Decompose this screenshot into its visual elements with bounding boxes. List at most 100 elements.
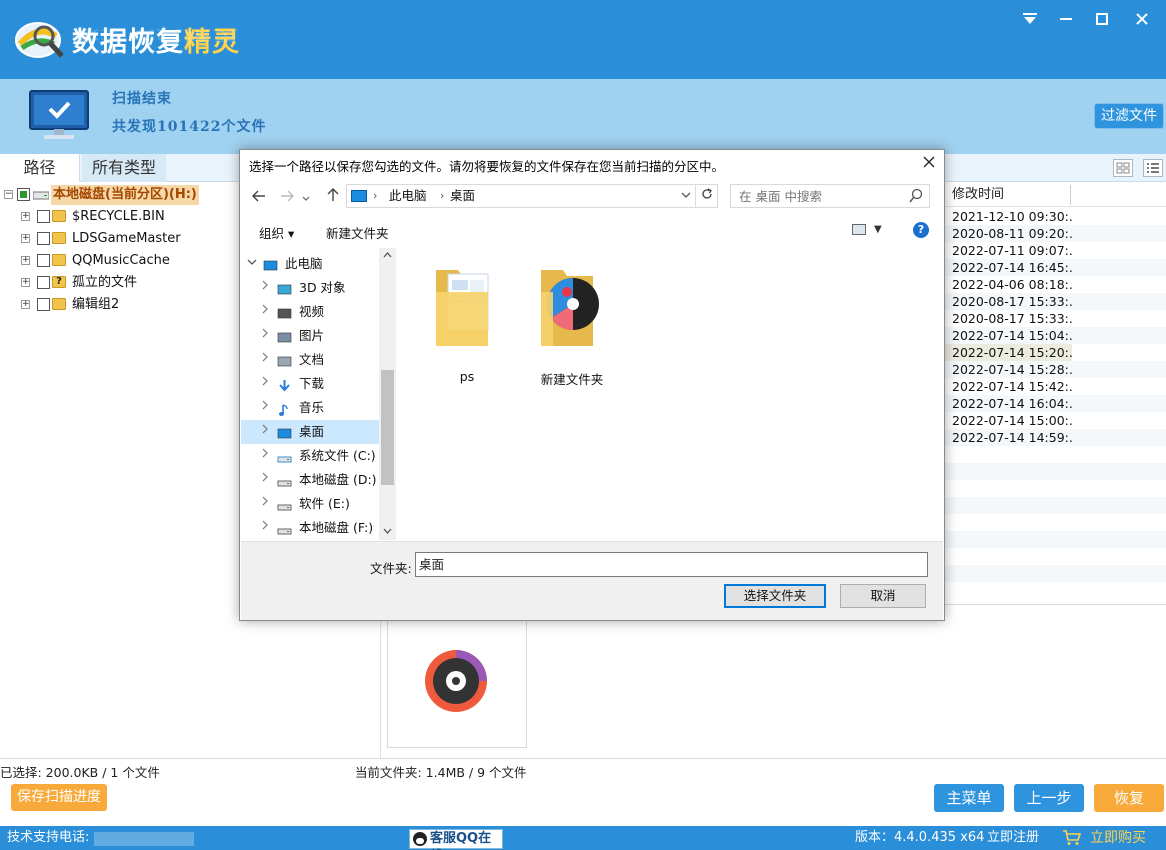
chevron-right-icon[interactable] <box>261 396 269 420</box>
nav-item[interactable]: 软件 (E:) <box>241 492 379 516</box>
table-row[interactable]: 2022-07-14 15:04:... <box>944 327 1072 344</box>
chevron-right-icon[interactable] <box>261 420 269 444</box>
folder-item-ps[interactable]: ps <box>422 262 512 384</box>
menu-icon[interactable] <box>1019 10 1041 30</box>
folder-name-input[interactable]: 桌面 <box>415 552 928 577</box>
tree-checkbox[interactable] <box>37 210 50 223</box>
tab-all-types[interactable]: 所有类型 <box>82 154 166 182</box>
qq-support-button[interactable]: 客服QQ在线 <box>409 829 503 850</box>
nav-item[interactable]: 图片 <box>241 324 379 348</box>
search-box[interactable] <box>730 184 930 208</box>
scrollbar-thumb[interactable] <box>381 370 394 485</box>
tree-checkbox[interactable] <box>37 232 50 245</box>
nav-item[interactable]: 3D 对象 <box>241 276 379 300</box>
nav-item[interactable]: 下载 <box>241 372 379 396</box>
table-row[interactable]: 2022-07-14 15:28:... <box>944 361 1072 378</box>
collapse-icon[interactable]: − <box>4 190 13 199</box>
chevron-right-icon[interactable] <box>261 348 269 372</box>
nav-item[interactable]: 本地磁盘 (F:) <box>241 516 379 540</box>
breadcrumb-this-pc[interactable]: 此电脑 <box>389 185 427 207</box>
recover-button[interactable]: 恢复 <box>1094 784 1164 812</box>
table-row[interactable]: 2021-12-10 09:30:... <box>944 208 1072 225</box>
chevron-right-icon[interactable] <box>261 372 269 396</box>
help-icon[interactable]: ? <box>913 222 929 238</box>
nav-item[interactable]: 视频 <box>241 300 379 324</box>
nav-item[interactable]: 文档 <box>241 348 379 372</box>
breadcrumb-chevron-icon[interactable]: › <box>373 185 377 207</box>
expand-icon[interactable]: + <box>21 234 30 243</box>
previous-step-button[interactable]: 上一步 <box>1014 784 1084 812</box>
buy-now-link[interactable]: 立即购买 <box>1090 826 1146 850</box>
change-view-icon[interactable] <box>852 224 866 235</box>
navigation-scrollbar[interactable] <box>379 248 396 540</box>
table-row[interactable]: 2020-08-17 15:33:... <box>944 310 1072 327</box>
recent-locations-chevron-icon[interactable] <box>300 187 312 207</box>
back-arrow-icon[interactable] <box>248 187 270 207</box>
breadcrumb-chevron-icon[interactable]: › <box>440 185 444 207</box>
breadcrumb-desktop[interactable]: 桌面 <box>450 185 475 207</box>
chevron-right-icon[interactable] <box>261 468 269 492</box>
chevron-right-icon[interactable] <box>261 276 269 300</box>
tree-checkbox[interactable] <box>37 276 50 289</box>
preview-thumbnail[interactable] <box>387 615 527 748</box>
table-row[interactable]: 2022-07-14 15:00:... <box>944 412 1072 429</box>
table-row[interactable]: 2022-07-14 15:20:... <box>944 344 1072 361</box>
close-icon[interactable] <box>1131 10 1153 30</box>
table-row[interactable]: 2020-08-11 09:20:... <box>944 225 1072 242</box>
refresh-icon[interactable] <box>695 185 717 207</box>
nav-item[interactable]: 此电脑 <box>241 252 379 276</box>
chevron-right-icon[interactable] <box>261 492 269 516</box>
tree-checkbox[interactable] <box>17 188 30 201</box>
tree-checkbox[interactable] <box>37 254 50 267</box>
scroll-down-icon[interactable] <box>379 526 396 537</box>
tab-path[interactable]: 路径 <box>0 154 80 182</box>
expand-icon[interactable]: + <box>21 212 30 221</box>
cart-icon[interactable] <box>1062 830 1082 846</box>
table-row[interactable]: 2022-07-14 16:45:... <box>944 259 1072 276</box>
register-link[interactable]: 立即注册 <box>987 826 1039 850</box>
table-row[interactable]: 2022-04-06 08:18:... <box>944 276 1072 293</box>
table-row[interactable]: 2022-07-14 15:42:... <box>944 378 1072 395</box>
search-icon[interactable] <box>909 188 923 204</box>
chevron-right-icon[interactable] <box>261 300 269 324</box>
up-arrow-icon[interactable] <box>322 187 344 207</box>
expand-icon[interactable]: + <box>21 278 30 287</box>
organize-menu[interactable]: 组织 ▾ <box>259 223 294 242</box>
expand-icon[interactable]: + <box>21 300 30 309</box>
nav-item[interactable]: 本地磁盘 (D:) <box>241 468 379 492</box>
expand-icon[interactable]: + <box>21 256 30 265</box>
view-dropdown-icon[interactable]: ▼ <box>874 224 882 235</box>
chevron-right-icon[interactable] <box>261 516 269 540</box>
maximize-icon[interactable] <box>1091 10 1113 30</box>
cancel-button[interactable]: 取消 <box>840 584 926 608</box>
save-scan-progress-button[interactable]: 保存扫描进度 <box>11 784 107 811</box>
address-dropdown-icon[interactable] <box>681 185 691 207</box>
nav-item[interactable]: 系统文件 (C:) <box>241 444 379 468</box>
main-menu-button[interactable]: 主菜单 <box>934 784 1004 812</box>
address-bar[interactable]: › 此电脑 › 桌面 <box>346 184 718 208</box>
list-view-icon[interactable] <box>1143 159 1163 177</box>
nav-item[interactable]: 音乐 <box>241 396 379 420</box>
scroll-up-icon[interactable] <box>379 250 396 261</box>
preview-splitter[interactable] <box>380 604 381 758</box>
folder-item-new-folder[interactable]: 新建文件夹 <box>527 262 617 387</box>
filter-files-button[interactable]: 过滤文件 <box>1094 103 1164 129</box>
chevron-right-icon[interactable] <box>261 444 269 468</box>
dialog-close-icon[interactable] <box>917 152 941 174</box>
forward-arrow-icon[interactable] <box>276 187 298 207</box>
table-row[interactable]: 2022-07-14 14:59:... <box>944 429 1072 446</box>
nav-item[interactable]: 桌面 <box>241 420 379 444</box>
select-folder-button[interactable]: 选择文件夹 <box>724 584 826 608</box>
thumbnail-view-icon[interactable] <box>1113 159 1133 177</box>
table-row[interactable]: 2022-07-14 16:04:... <box>944 395 1072 412</box>
tree-checkbox[interactable] <box>37 298 50 311</box>
new-folder-button[interactable]: 新建文件夹 <box>326 223 389 242</box>
minimize-icon[interactable] <box>1055 10 1077 30</box>
column-separator[interactable] <box>1070 185 1071 205</box>
chevron-down-icon[interactable] <box>247 252 257 276</box>
search-input[interactable] <box>739 187 899 205</box>
table-row[interactable]: 2020-08-17 15:33:... <box>944 293 1072 310</box>
table-row[interactable]: 2022-07-11 09:07:... <box>944 242 1072 259</box>
column-header-modified-time[interactable]: 修改时间 <box>944 183 1166 207</box>
chevron-right-icon[interactable] <box>261 324 269 348</box>
